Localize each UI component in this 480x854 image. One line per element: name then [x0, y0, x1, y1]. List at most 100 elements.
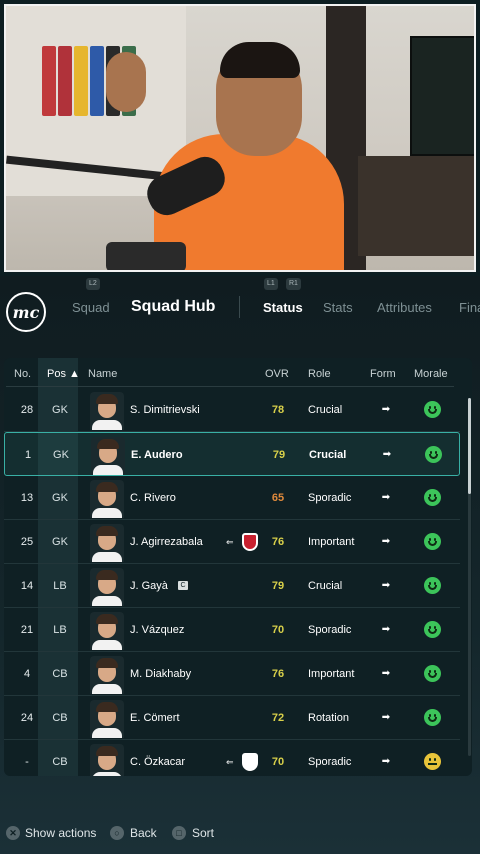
morale-happy-icon [424, 401, 441, 418]
header-divider [6, 386, 454, 387]
athletic-club-badge [242, 533, 258, 551]
tab-stats[interactable]: Stats [323, 300, 353, 315]
game-screen: L2 L1 R1 mc Squad Squad Hub Status Stats… [0, 276, 480, 854]
header-name[interactable]: Name [88, 368, 117, 380]
loan-in-icon: ⇐ [226, 537, 234, 547]
player-position: GK [52, 536, 68, 548]
l1-hint: L1 [264, 278, 278, 290]
table-row[interactable]: 21 LB J. Vázquez 70 Sporadic ➡ [4, 608, 460, 652]
player-ovr: 76 [271, 668, 285, 680]
header-form[interactable]: Form [370, 368, 396, 380]
webcam-chair [106, 242, 186, 270]
player-ovr: 70 [271, 756, 285, 768]
table-row[interactable]: 13 GK C. Rivero 65 Sporadic ➡ [4, 476, 460, 520]
player-number: 24 [20, 712, 34, 724]
player-name: C. Rivero [130, 492, 176, 504]
player-portrait [90, 392, 124, 430]
table-row[interactable]: 1 GK E. Audero 79 Crucial ➡ [4, 432, 460, 476]
player-name: E. Audero [131, 449, 183, 461]
player-portrait [90, 744, 124, 776]
morale-happy-icon [424, 709, 441, 726]
player-number: 25 [20, 536, 34, 548]
table-row[interactable]: 24 CB E. Cömert 72 Rotation ➡ [4, 696, 460, 740]
player-position: GK [52, 404, 68, 416]
loan-in-icon: ⇐ [226, 757, 234, 767]
tab-status[interactable]: Status [263, 300, 303, 315]
player-name: J. Vázquez [130, 624, 185, 636]
sort-label[interactable]: Sort [192, 826, 214, 840]
page-title: Squad Hub [131, 298, 216, 315]
player-portrait [90, 480, 124, 518]
table-row[interactable]: 4 CB M. Diakhaby 76 Important ➡ [4, 652, 460, 696]
back-label[interactable]: Back [130, 826, 157, 840]
tab-finances[interactable]: Fina [459, 300, 480, 315]
table-row[interactable]: 25 GK J. Agirrezabala ⇐ 76 Important ➡ [4, 520, 460, 564]
player-ovr: 79 [272, 449, 286, 461]
form-arrow-icon: ➡ [381, 536, 391, 547]
player-portrait [90, 700, 124, 738]
table-row[interactable]: 28 GK S. Dimitrievski 78 Crucial ➡ [4, 388, 460, 432]
player-number: 28 [20, 404, 34, 416]
show-actions-label[interactable]: Show actions [25, 826, 96, 840]
l2-hint: L2 [86, 278, 100, 290]
form-arrow-icon: ➡ [381, 624, 391, 635]
player-position: CB [52, 712, 68, 724]
player-name: J. Agirrezabala [130, 536, 203, 548]
cross-button-icon: ✕ [6, 826, 20, 840]
squad-table: No. Pos ▲ Name OVR Role Form Morale 28 GK… [4, 358, 472, 776]
header-morale[interactable]: Morale [414, 368, 448, 380]
player-role: Crucial [308, 580, 343, 592]
player-name: E. Cömert [130, 712, 180, 724]
player-role: Rotation [308, 712, 349, 724]
nav-squad[interactable]: Squad [72, 300, 110, 315]
morale-happy-icon [424, 533, 441, 550]
streamer-hand [106, 52, 146, 112]
square-button-icon: □ [172, 826, 186, 840]
player-portrait [90, 612, 124, 650]
player-role: Important [308, 536, 355, 548]
webcam-shelf [358, 156, 474, 256]
player-number: 14 [20, 580, 34, 592]
morale-neutral-icon [424, 753, 441, 770]
form-arrow-icon: ➡ [381, 404, 391, 415]
player-ovr: 79 [271, 580, 285, 592]
tab-attributes[interactable]: Attributes [377, 300, 432, 315]
career-mode-logo: mc [6, 292, 46, 332]
player-number: - [25, 756, 29, 768]
form-arrow-icon: ➡ [381, 668, 391, 679]
morale-happy-icon [424, 621, 441, 638]
scrollbar-thumb[interactable] [468, 398, 471, 494]
player-role: Crucial [308, 404, 343, 416]
player-position: CB [52, 756, 68, 768]
table-row[interactable]: - CB C. Özkacar ⇐ 70 Sporadic ➡ [4, 740, 460, 776]
nav-divider [239, 296, 240, 318]
player-role: Important [308, 668, 355, 680]
player-name: S. Dimitrievski [130, 404, 200, 416]
player-role: Crucial [309, 449, 347, 461]
player-ovr: 72 [271, 712, 285, 724]
streamer-webcam [4, 4, 476, 272]
form-arrow-icon: ➡ [381, 580, 391, 591]
header-ovr[interactable]: OVR [265, 368, 289, 380]
form-arrow-icon: ➡ [382, 449, 392, 460]
player-portrait [91, 437, 125, 475]
table-scrollbar[interactable] [468, 398, 471, 756]
player-ovr: 65 [271, 492, 285, 504]
header-no[interactable]: No. [14, 368, 31, 380]
webcam-tv [410, 36, 474, 156]
circle-button-icon: ○ [110, 826, 124, 840]
streamer-hair [220, 42, 300, 78]
player-number: 21 [20, 624, 34, 636]
player-portrait [90, 656, 124, 694]
morale-happy-icon [424, 489, 441, 506]
player-role: Sporadic [308, 624, 352, 636]
form-arrow-icon: ➡ [381, 756, 391, 767]
form-arrow-icon: ➡ [381, 712, 391, 723]
morale-happy-icon [424, 577, 441, 594]
koln-badge [242, 753, 258, 771]
header-pos[interactable]: Pos ▲ [47, 368, 80, 380]
captain-badge: C [178, 581, 188, 590]
header-role[interactable]: Role [308, 368, 331, 380]
table-row[interactable]: 14 LB J. Gayà C 79 Crucial ➡ [4, 564, 460, 608]
morale-happy-icon [425, 446, 442, 463]
